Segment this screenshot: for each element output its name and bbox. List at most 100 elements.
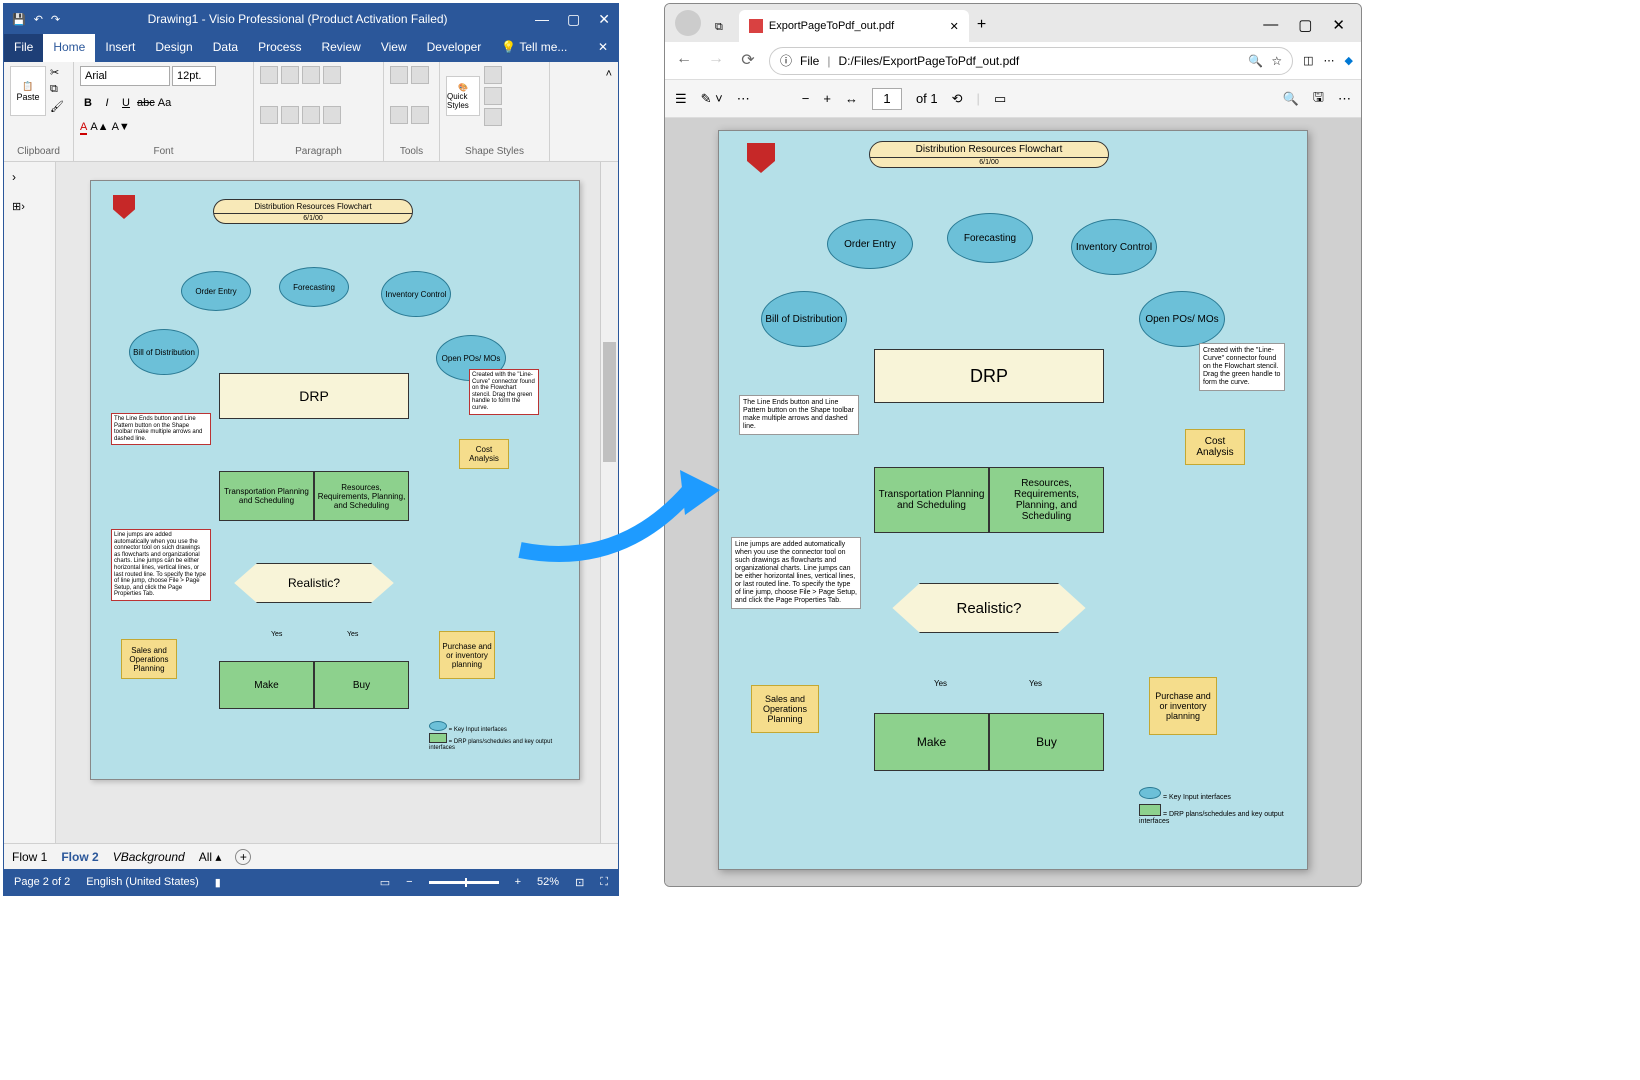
browser-tab[interactable]: ExportPageToPdf_out.pdf ✕ (739, 10, 969, 42)
pointer-icon[interactable] (390, 66, 408, 84)
zoom-out-icon[interactable]: − (406, 876, 412, 888)
node-purchase: Purchase and or inventory planning (1149, 677, 1217, 735)
redo-icon[interactable]: ↷ (51, 13, 60, 26)
align-right-icon[interactable] (302, 66, 320, 84)
visio-window: 💾 ↶ ↷ Drawing1 - Visio Professional (Pro… (3, 3, 619, 896)
close-icon[interactable]: ✕ (598, 11, 610, 28)
highlight-icon[interactable]: ✎ ˅ (701, 91, 723, 107)
copy-icon[interactable]: ⧉ (50, 83, 64, 96)
fit-page-icon[interactable]: ⊡ (575, 876, 584, 889)
format-painter-icon[interactable]: 🖌 (50, 100, 64, 113)
contents-icon[interactable]: ☰ (675, 91, 687, 107)
tab-developer[interactable]: Developer (417, 34, 492, 62)
indent-right-icon[interactable] (302, 106, 320, 124)
tab-home[interactable]: Home (43, 34, 95, 62)
page-view-icon[interactable]: ▭ (994, 91, 1006, 107)
presentation-icon[interactable]: ▭ (380, 876, 390, 889)
tab-close-icon[interactable]: ✕ (950, 20, 959, 33)
visio-ribbon: 📋Paste ✂ ⧉ 🖌 Clipboard B I U abc Aa (4, 62, 618, 162)
tab-review[interactable]: Review (311, 34, 370, 62)
minimize-icon[interactable]: — (535, 11, 549, 28)
bullets-icon[interactable] (260, 106, 278, 124)
zoom-in-icon[interactable]: + (823, 91, 831, 106)
forward-icon[interactable]: → (705, 50, 727, 72)
minimize-icon[interactable]: — (1263, 16, 1278, 34)
save-icon[interactable]: 💾 (12, 13, 26, 26)
align-center-icon[interactable] (281, 66, 299, 84)
page-tab-all[interactable]: All ▴ (199, 850, 222, 864)
more-icon[interactable]: ⋯ (1338, 91, 1351, 107)
zoom-in-icon[interactable]: + (515, 876, 521, 888)
text-effect-icon[interactable]: Aa (158, 97, 171, 109)
align-left-icon[interactable] (260, 66, 278, 84)
marker-shape (113, 195, 135, 219)
zoom-reset-icon[interactable]: 🔍 (1248, 54, 1263, 68)
font-size-select[interactable] (172, 66, 216, 86)
close-icon[interactable]: ✕ (1332, 16, 1345, 34)
text-tool-icon[interactable] (390, 106, 408, 124)
save-icon[interactable]: 🖫 (1313, 88, 1324, 110)
tab-tellme[interactable]: 💡 Tell me... (491, 34, 577, 62)
more-tools-icon[interactable]: ⋯ (737, 91, 750, 107)
paste-button[interactable]: 📋Paste (10, 66, 46, 116)
url-input[interactable]: ⓘ File | D:/Files/ExportPageToPdf_out.pd… (769, 47, 1293, 75)
italic-icon[interactable]: I (99, 97, 115, 109)
effects-icon[interactable] (484, 108, 502, 126)
underline-icon[interactable]: U (118, 97, 134, 109)
fit-width-icon[interactable]: ↔ (845, 91, 858, 106)
shape-tool-icon[interactable] (411, 106, 429, 124)
bold-icon[interactable]: B (80, 97, 96, 109)
profile-icon[interactable] (675, 10, 701, 36)
connector-icon[interactable] (411, 66, 429, 84)
undo-icon[interactable]: ↶ (34, 13, 43, 26)
flowchart-date: 6/1/00 (214, 214, 412, 223)
add-page-icon[interactable]: + (235, 849, 251, 865)
shrink-font-icon[interactable]: A▼ (112, 121, 130, 135)
zoom-out-icon[interactable]: − (802, 91, 810, 106)
new-tab-icon[interactable]: + (969, 8, 994, 42)
line-icon[interactable] (484, 87, 502, 105)
maximize-icon[interactable]: ▢ (1298, 16, 1312, 34)
cut-icon[interactable]: ✂ (50, 66, 64, 79)
maximize-icon[interactable]: ▢ (567, 11, 580, 28)
tab-data[interactable]: Data (203, 34, 248, 62)
fill-icon[interactable] (484, 66, 502, 84)
search-icon[interactable]: 🔍 (1283, 91, 1299, 107)
page-tab-vbackground[interactable]: VBackground (113, 850, 185, 864)
url-scheme: File (800, 54, 819, 68)
rotate-icon[interactable]: ⟲ (952, 91, 963, 107)
font-name-select[interactable] (80, 66, 170, 86)
favorite-icon[interactable]: ☆ (1271, 54, 1282, 68)
back-icon[interactable]: ← (673, 50, 695, 72)
grow-font-icon[interactable]: A▲ (90, 121, 108, 135)
pdf-viewer[interactable]: Distribution Resources Flowchart 6/1/00 … (665, 118, 1361, 886)
page-number-input[interactable] (872, 88, 902, 110)
copilot-icon[interactable]: ◆ (1345, 54, 1353, 67)
split-screen-icon[interactable]: ◫ (1303, 54, 1313, 67)
edge-addressbar: ← → ⟳ ⓘ File | D:/Files/ExportPageToPdf_… (665, 42, 1361, 80)
info-icon[interactable]: ⓘ (780, 52, 792, 69)
align-justify-icon[interactable] (323, 66, 341, 84)
ribbon-collapse-icon[interactable]: ˄ (600, 62, 618, 161)
page-tab-flow2[interactable]: Flow 2 (61, 850, 98, 864)
tab-design[interactable]: Design (145, 34, 202, 62)
macro-icon[interactable]: ▮ (215, 876, 221, 889)
font-color-icon[interactable]: A (80, 121, 87, 135)
tab-process[interactable]: Process (248, 34, 311, 62)
para-icon[interactable] (323, 106, 341, 124)
quick-styles-button[interactable]: 🎨Quick Styles (446, 76, 480, 116)
tab-view[interactable]: View (371, 34, 417, 62)
full-screen-icon[interactable]: ⛶ (600, 876, 608, 889)
menu-icon[interactable]: ⋯ (1324, 54, 1335, 67)
tab-insert[interactable]: Insert (95, 34, 145, 62)
indent-left-icon[interactable] (281, 106, 299, 124)
strike-icon[interactable]: abc (137, 97, 155, 109)
tab-file[interactable]: File (4, 34, 43, 62)
flowchart-title-box: Distribution Resources Flowchart 6/1/00 (869, 141, 1109, 168)
refresh-icon[interactable]: ⟳ (737, 50, 759, 72)
shapes-panel[interactable]: › ⊞› (4, 162, 56, 843)
stencil-icon[interactable]: ⊞› (4, 192, 55, 221)
workspaces-icon[interactable]: ⧉ (707, 13, 731, 42)
ribbon-close-icon[interactable]: ✕ (588, 34, 618, 62)
page-tab-flow1[interactable]: Flow 1 (12, 850, 47, 864)
